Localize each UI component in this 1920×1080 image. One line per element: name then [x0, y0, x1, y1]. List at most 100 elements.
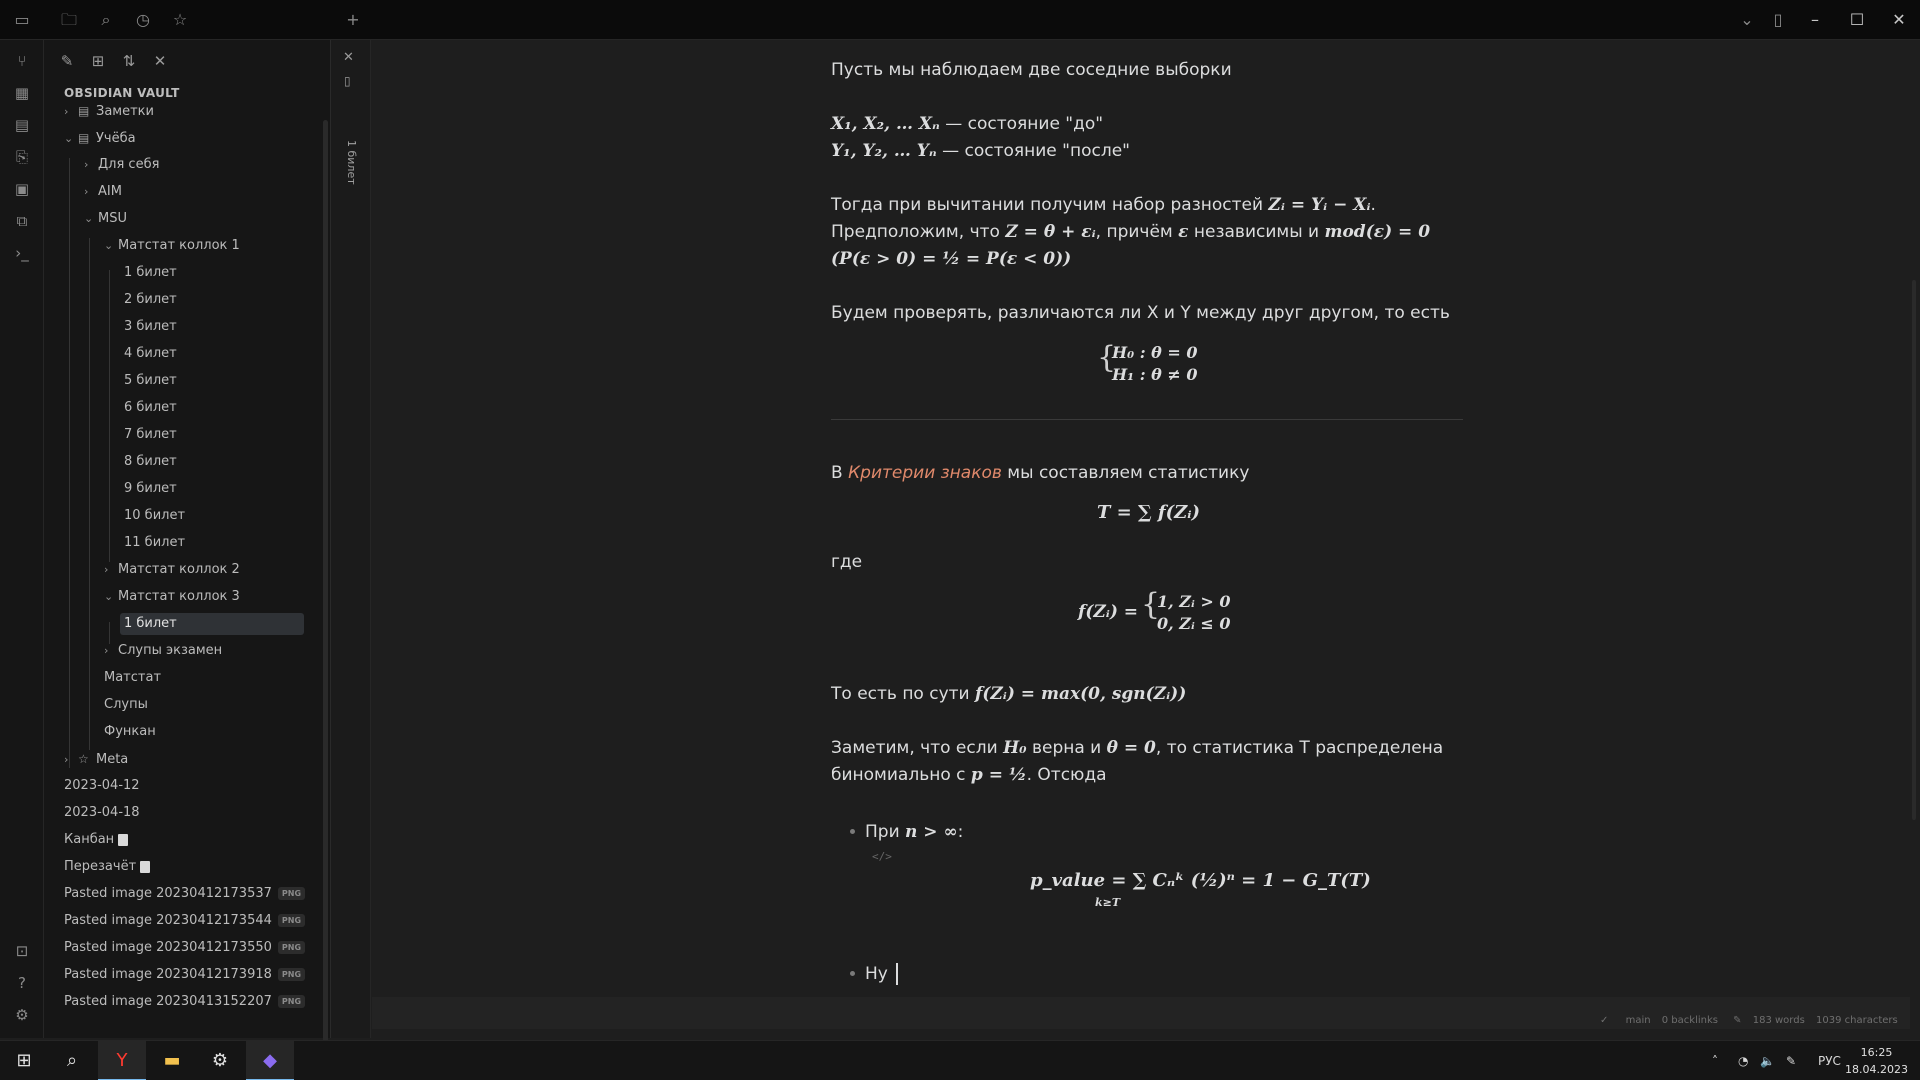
tree-item[interactable]: 10 билет	[124, 505, 185, 527]
tree-item[interactable]: Pasted image 20230412173918 PNG	[64, 964, 306, 986]
tree-item[interactable]: › Матстат коллок 2	[104, 559, 240, 581]
tree-item[interactable]: 2023-04-18	[64, 802, 140, 824]
clock-icon[interactable]: ◷	[132, 9, 154, 31]
math-pvalue: p_value = ∑ Cₙᵏ (½)ⁿ = 1 − G_T(T)	[1030, 870, 1371, 891]
chevron-down-icon[interactable]: ⌄	[1736, 9, 1758, 31]
bullet-dot	[850, 829, 855, 834]
tree-item-label: 8 билет	[124, 454, 177, 469]
new-folder-icon[interactable]: ⊞	[87, 50, 109, 72]
language-indicator[interactable]: РУС	[1818, 1041, 1841, 1080]
tree-item[interactable]: 3 билет	[124, 316, 177, 338]
git-branch[interactable]: main	[1626, 1015, 1651, 1026]
collapse-all-icon[interactable]: ✕	[149, 50, 171, 72]
sidebar-toggle-icon[interactable]: ▭	[11, 9, 33, 31]
copy-icon[interactable]: ⧉	[11, 210, 33, 232]
settings-icon[interactable]: ⚙	[196, 1041, 244, 1080]
tree-item[interactable]: ⌄ ▤ Учёба	[64, 127, 136, 149]
tree-item[interactable]: 1 билет	[124, 262, 177, 284]
network-icon[interactable]: ◔	[1738, 1041, 1748, 1080]
tree-item[interactable]: › AIM	[84, 181, 122, 203]
clock[interactable]: 16:25 18.04.2023	[1845, 1044, 1908, 1078]
tree-item[interactable]: Слупы	[104, 694, 148, 716]
code-hint-icon[interactable]: </>	[872, 850, 892, 863]
tree-item-label: Канбан	[64, 832, 115, 847]
close-window-button[interactable]: ✕	[1868, 0, 1920, 40]
tree-item[interactable]: 6 билет	[124, 397, 177, 419]
math-x-seq: X₁, X₂, … Xₙ	[831, 114, 940, 134]
layout-icon[interactable]: ▣	[11, 178, 33, 200]
sort-icon[interactable]: ⇅	[118, 50, 140, 72]
sidebar-scrollbar[interactable]	[323, 120, 328, 1070]
chevron-right-icon[interactable]: ›	[84, 181, 98, 203]
tree-item[interactable]: Функан	[104, 721, 156, 743]
internal-link-sign-test[interactable]: Критерии знаков	[848, 463, 1002, 483]
tree-item[interactable]: 9 билет	[124, 478, 177, 500]
graph-icon[interactable]: ⑂	[11, 50, 33, 72]
edit-mode-icon[interactable]: ✎	[1733, 1015, 1741, 1026]
p5-a: В	[831, 463, 849, 483]
paragraph-3a: Тогда при вычитании получим набор разнос…	[831, 192, 1376, 218]
tree-item[interactable]: 2 билет	[124, 289, 177, 311]
calendar-icon[interactable]: ▦	[11, 82, 33, 104]
file-type-badge: PNG	[277, 968, 306, 981]
tree-item[interactable]: 11 билет	[124, 532, 185, 554]
tree-item[interactable]: Pasted image 20230413152207 PNG	[64, 991, 306, 1013]
tree-item-label: Учёба	[96, 131, 136, 146]
help-icon[interactable]: ?	[11, 972, 33, 994]
tree-item[interactable]: 1 билет	[120, 613, 304, 635]
star-icon[interactable]: ☆	[169, 9, 191, 31]
tree-item[interactable]: ⌄ Матстат коллок 3	[104, 586, 240, 608]
file-explorer-icon[interactable]: ▬	[148, 1041, 196, 1080]
obsidian-icon[interactable]: ◆	[246, 1041, 294, 1080]
chevron-right-icon[interactable]: ›	[104, 640, 118, 662]
tree-item[interactable]: 2023-04-12	[64, 775, 140, 797]
tree-item[interactable]: › ▤ Заметки	[64, 100, 154, 122]
tree-item[interactable]: Pasted image 20230412173550 PNG	[64, 937, 306, 959]
table-icon[interactable]: ▤	[11, 114, 33, 136]
tree-item[interactable]: Pasted image 20230412173544 PNG	[64, 910, 306, 932]
chevron-right-icon[interactable]: ›	[104, 559, 118, 581]
tree-item[interactable]: ⌄ Матстат коллок 1	[104, 235, 240, 257]
new-tab-icon[interactable]: +	[342, 9, 364, 31]
bullet-2[interactable]: Ну	[865, 961, 888, 987]
tree-item[interactable]: › Слупы экзамен	[104, 640, 222, 662]
tree-item[interactable]: Матстат	[104, 667, 161, 689]
chevron-right-icon[interactable]: ›	[64, 749, 78, 771]
settings-icon[interactable]: ⚙	[11, 1004, 33, 1026]
math-eps: ε	[1178, 222, 1189, 242]
chevron-down-icon[interactable]: ⌄	[104, 586, 118, 608]
volume-icon[interactable]: 🔈	[1760, 1041, 1775, 1080]
chevron-right-icon[interactable]: ›	[64, 101, 78, 123]
pen-icon[interactable]: ✎	[1786, 1041, 1796, 1080]
tree-item-label: 11 билет	[124, 535, 186, 550]
tree-item[interactable]: 5 билет	[124, 370, 177, 392]
editor-scrollbar[interactable]	[1912, 280, 1916, 820]
search-icon[interactable]: ⌕	[48, 1041, 96, 1080]
tree-item[interactable]: 8 билет	[124, 451, 177, 473]
search-icon[interactable]: ⌕	[95, 9, 117, 31]
tab-1-ticket[interactable]: 1 билет	[345, 140, 358, 185]
chevron-right-icon[interactable]: ›	[84, 154, 98, 176]
tree-item[interactable]: › Для себя	[84, 154, 159, 176]
chevron-down-icon[interactable]: ⌄	[84, 208, 98, 230]
tree-item[interactable]: Pasted image 20230412173537 PNG	[64, 883, 306, 905]
chevron-down-icon[interactable]: ⌄	[64, 128, 78, 150]
folder-icon[interactable]: 🗀	[58, 9, 80, 31]
new-note-icon[interactable]: ✎	[56, 50, 78, 72]
file-import-icon[interactable]: ⎘	[11, 146, 33, 168]
tree-item[interactable]: 7 билет	[124, 424, 177, 446]
terminal-icon[interactable]: ›_	[11, 242, 33, 264]
vault-icon[interactable]: ⊡	[11, 940, 33, 962]
tray-chevron-icon[interactable]: ˄	[1712, 1041, 1718, 1080]
backlinks-count[interactable]: 0 backlinks	[1662, 1015, 1718, 1026]
math-mod: mod(ε) = 0	[1324, 222, 1431, 242]
tree-item[interactable]: 4 билет	[124, 343, 177, 365]
tree-item[interactable]: ⌄ MSU	[84, 208, 127, 230]
close-tab-icon[interactable]: ✕	[343, 50, 354, 65]
tree-item[interactable]: Канбан	[64, 829, 129, 851]
tree-item[interactable]: Перезачёт	[64, 856, 151, 878]
yandex-browser-icon[interactable]: Y	[98, 1041, 146, 1080]
chevron-down-icon[interactable]: ⌄	[104, 235, 118, 257]
windows-start-icon[interactable]: ⊞	[0, 1041, 48, 1080]
tree-item[interactable]: › ☆ Meta	[64, 748, 128, 770]
